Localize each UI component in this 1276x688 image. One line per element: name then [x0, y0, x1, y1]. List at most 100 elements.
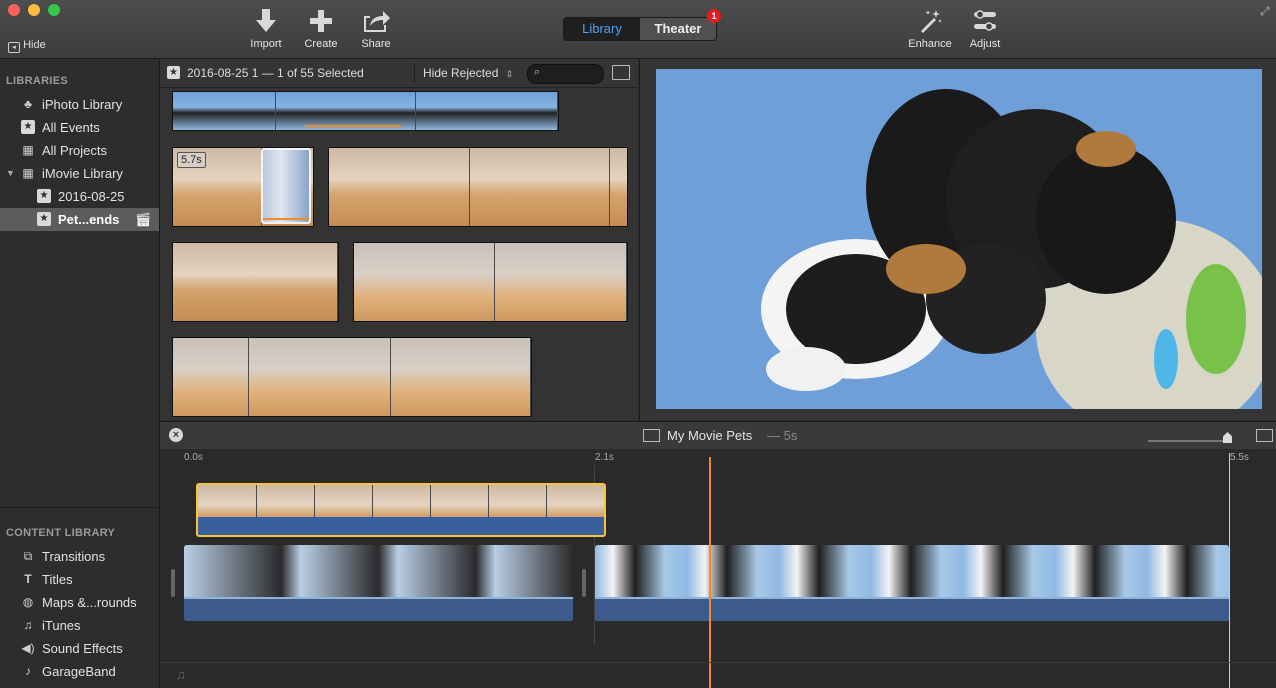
project-end-marker	[1229, 453, 1230, 688]
clip-thumbnail[interactable]	[172, 242, 339, 322]
preview-image	[656, 69, 1262, 409]
sidebar-item-pets-and-friends[interactable]: ★ Pet...ends 🎬︎	[0, 208, 159, 231]
tab-theater[interactable]: Theater	[640, 18, 716, 40]
clip-frame	[390, 338, 531, 416]
tab-library[interactable]: Library	[564, 18, 640, 40]
popup-arrows-icon: ⇕	[505, 69, 514, 79]
sidebar-item-maps-backgrounds[interactable]: ◍ Maps &...rounds	[0, 591, 159, 614]
divider	[0, 507, 159, 508]
hide-sidebar-button[interactable]: ◂ Hide	[8, 39, 46, 53]
import-button[interactable]: Import	[236, 8, 296, 50]
close-project-button[interactable]: ×	[169, 428, 183, 442]
enhance-button[interactable]: Enhance	[900, 8, 960, 50]
timeline-settings-icon[interactable]	[1256, 429, 1273, 442]
zoom-slider[interactable]	[1148, 440, 1228, 442]
hide-label: Hide	[23, 39, 46, 51]
clip-frame	[173, 92, 276, 130]
share-label: Share	[361, 38, 391, 50]
clip-frame	[415, 92, 558, 130]
sidebar-item-itunes[interactable]: ♫ iTunes	[0, 614, 159, 637]
sidebar-item-label: All Events	[42, 120, 100, 135]
filmstrip-icon	[643, 429, 660, 442]
clip-frame	[248, 338, 391, 416]
enhance-label: Enhance	[908, 38, 952, 50]
filter-label: Hide Rejected	[423, 66, 499, 80]
time-tick: 2.1s	[595, 452, 614, 463]
sidebar-item-transitions[interactable]: ⧉ Transitions	[0, 545, 159, 568]
audio-waveform	[595, 599, 1229, 621]
used-range-indicator	[263, 218, 309, 220]
minimize-window-button[interactable]	[28, 4, 40, 16]
sidebar-item-titles[interactable]: T Titles	[0, 568, 159, 591]
puppies-image	[656, 69, 1262, 409]
filmstrip-settings-icon[interactable]	[612, 65, 630, 80]
adjust-label: Adjust	[969, 38, 1001, 50]
clip-thumbnail[interactable]	[172, 91, 559, 131]
viewer	[639, 59, 1276, 420]
sidebar-item-label: Transitions	[42, 549, 106, 564]
close-window-button[interactable]	[8, 4, 20, 16]
magic-wand-icon	[921, 10, 942, 33]
zoom-window-button[interactable]	[48, 4, 60, 16]
zoom-slider-knob[interactable]	[1223, 432, 1232, 443]
sidebar-item-all-events[interactable]: ★ All Events	[0, 116, 159, 139]
sidebar-item-all-projects[interactable]: ▦ All Projects	[0, 139, 159, 162]
event-selection-title: 2016-08-25 1 — 1 of 55 Selected	[187, 66, 364, 80]
clapper-icon: 🎬︎	[135, 212, 152, 227]
clip-frame	[494, 243, 627, 321]
create-button[interactable]: Create	[291, 8, 351, 50]
star-icon: ★	[37, 189, 51, 203]
clip-thumbnail-selected[interactable]: 5.7s	[172, 147, 314, 227]
sidebar-item-imovie-library[interactable]: ▼ ▦ iMovie Library	[0, 162, 159, 185]
clip-frame	[173, 338, 249, 416]
clip-frame	[354, 243, 495, 321]
clip-thumbnail[interactable]	[172, 337, 532, 417]
search-field[interactable]: ⌕	[527, 64, 604, 84]
sidebar-item-sound-effects[interactable]: ◀) Sound Effects	[0, 637, 159, 660]
share-button[interactable]: Share	[346, 8, 406, 50]
clip-thumbnail[interactable]	[328, 147, 628, 227]
timeline-clip[interactable]	[595, 545, 1229, 621]
disclosure-triangle-icon[interactable]: ▼	[6, 162, 15, 185]
sidebar-item-garageband[interactable]: ♪ GarageBand	[0, 660, 159, 683]
sliders-icon	[974, 10, 996, 31]
connected-clip-selected[interactable]	[196, 483, 606, 537]
sidebar-item-event-2016-08-25[interactable]: ★ 2016-08-25	[0, 185, 159, 208]
track-handle[interactable]	[582, 569, 586, 597]
sidebar-item-label: GarageBand	[42, 664, 116, 679]
titles-icon: T	[24, 572, 32, 586]
clip-duration-badge: 5.7s	[177, 152, 206, 168]
toolbar: ◂ Hide Import Create Share Library Theat…	[0, 0, 1276, 59]
sidebar-item-label: Sound Effects	[42, 641, 123, 656]
content-library-title: CONTENT LIBRARY	[6, 527, 116, 539]
sidebar-item-label: All Projects	[42, 143, 108, 158]
transitions-icon: ⧉	[23, 549, 33, 563]
time-tick: 5.5s	[1230, 452, 1249, 463]
search-icon: ⌕	[534, 66, 541, 78]
clip-filmstrip	[595, 545, 1229, 597]
sidebar-item-label: Titles	[42, 572, 73, 587]
sidebar-item-label: iPhoto Library	[42, 97, 123, 112]
sidebar-item-iphoto-library[interactable]: ♣ iPhoto Library	[0, 93, 159, 116]
used-range-indicator	[305, 125, 401, 127]
star-icon: ★	[21, 120, 35, 134]
adjust-button[interactable]: Adjust	[955, 8, 1015, 50]
music-note-icon: ♫	[176, 667, 186, 682]
clip-frame	[173, 243, 338, 321]
playhead[interactable]	[709, 457, 711, 688]
fullscreen-icon[interactable]: ⤢	[1260, 4, 1270, 19]
hide-rejected-popup[interactable]: Hide Rejected ⇕	[423, 66, 513, 80]
timeline-header: × My Movie Pets — 5s	[160, 421, 1276, 450]
timeline-clip[interactable]	[184, 545, 573, 621]
track-handle[interactable]	[171, 569, 175, 597]
audio-waveform	[184, 599, 573, 621]
theater-badge: 1	[707, 9, 721, 23]
divider	[414, 63, 415, 83]
libraries-section-title: LIBRARIES	[6, 75, 68, 87]
project-duration: — 5s	[767, 428, 798, 443]
sidebar-item-label: Maps &...rounds	[42, 595, 137, 610]
hide-panel-icon: ◂	[8, 42, 20, 53]
grid-icon: ▦	[22, 166, 34, 180]
plus-icon	[310, 10, 332, 32]
clip-thumbnail[interactable]	[353, 242, 628, 322]
